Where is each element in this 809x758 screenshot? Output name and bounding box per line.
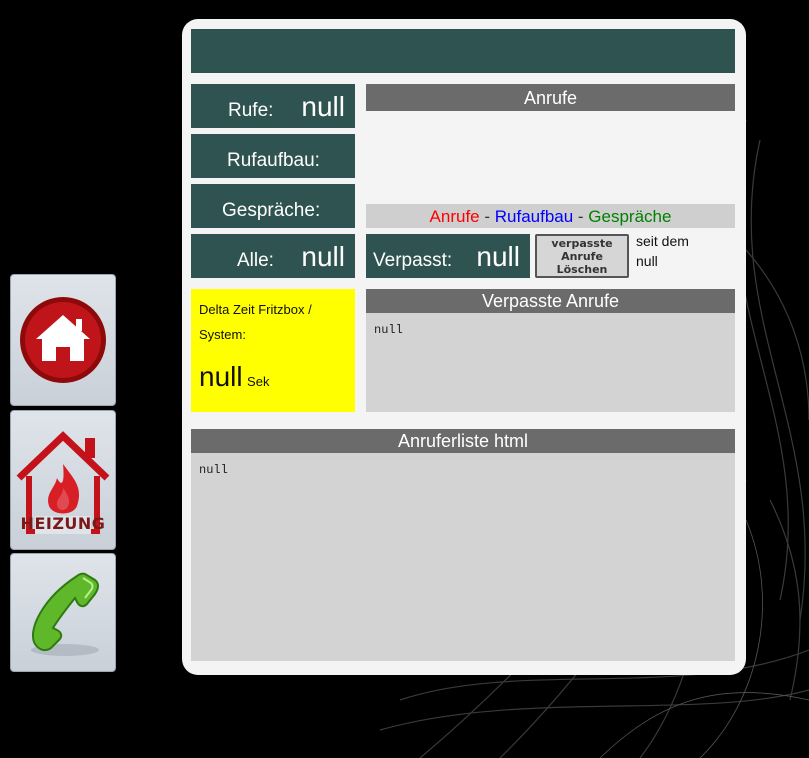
legend-gespraeche: Gespräche bbox=[588, 207, 672, 226]
main-panel: Rufe: null Rufaufbau: Gespräche: Alle: n… bbox=[182, 19, 746, 675]
caller-list-title: Anruferliste html bbox=[191, 429, 735, 453]
anrufe-chart-area bbox=[366, 111, 735, 204]
nav-home-button[interactable] bbox=[10, 274, 116, 406]
delta-time-value: null bbox=[199, 361, 243, 392]
delta-time-box: Delta Zeit Fritzbox / System: null Sek bbox=[191, 289, 355, 412]
stat-rufe-value: null bbox=[301, 91, 345, 122]
nav-heating-button[interactable]: HEIZUNG bbox=[10, 410, 116, 550]
home-icon bbox=[20, 297, 106, 383]
phone-icon bbox=[31, 572, 99, 656]
legend-rufaufbau: Rufaufbau bbox=[494, 207, 574, 226]
stat-alle-label: Alle: bbox=[237, 250, 274, 271]
legend-separator: - bbox=[479, 207, 495, 226]
missed-since-label: seit dem bbox=[636, 233, 689, 249]
stat-verpasst-value: null bbox=[476, 241, 520, 272]
stat-gespraeche: Gespräche: bbox=[191, 184, 355, 228]
stat-alle: Alle: null bbox=[191, 234, 355, 278]
legend-separator: - bbox=[573, 207, 589, 226]
stat-alle-value: null bbox=[301, 241, 345, 272]
stat-verpasst: Verpasst: null bbox=[366, 234, 530, 278]
missed-calls-title: Verpasste Anrufe bbox=[366, 289, 735, 313]
nav-phone-button[interactable] bbox=[10, 553, 116, 672]
stat-rufe-label: Rufe: bbox=[228, 100, 274, 121]
stat-rufaufbau-label: Rufaufbau: bbox=[227, 150, 320, 171]
legend-anrufe: Anrufe bbox=[429, 207, 480, 226]
anrufe-legend: Anrufe - Rufaufbau - Gespräche bbox=[366, 204, 735, 228]
missed-calls-content: null bbox=[366, 313, 735, 412]
stat-gespraeche-label: Gespräche: bbox=[222, 200, 321, 221]
clear-missed-calls-button[interactable]: verpasste Anrufe Löschen bbox=[535, 234, 629, 278]
delta-time-label: Delta Zeit Fritzbox / System: bbox=[199, 302, 312, 342]
panel-header bbox=[191, 29, 735, 73]
missed-since: seit dem null bbox=[636, 231, 689, 271]
stat-rufaufbau: Rufaufbau: bbox=[191, 134, 355, 178]
anrufe-title: Anrufe bbox=[366, 84, 735, 111]
stat-verpasst-label: Verpasst: bbox=[373, 250, 453, 271]
delta-time-unit: Sek bbox=[247, 374, 270, 389]
stat-rufe: Rufe: null bbox=[191, 84, 355, 128]
heating-label: HEIZUNG bbox=[20, 513, 106, 533]
missed-since-value: null bbox=[636, 253, 658, 269]
caller-list-content: null bbox=[191, 453, 735, 661]
